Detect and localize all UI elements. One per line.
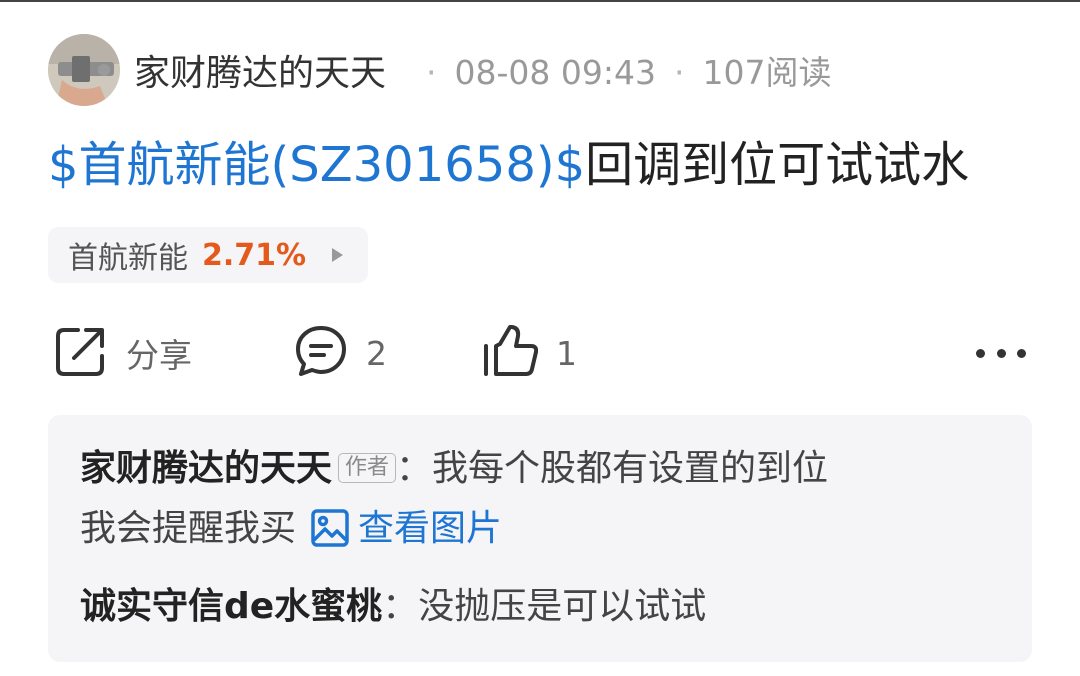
stock-tag[interactable]: 首航新能 2.71%	[48, 227, 368, 283]
action-bar: 分享 2 1	[0, 320, 1080, 386]
comment-colon: ：	[396, 448, 433, 489]
more-options-icon[interactable]	[976, 338, 1026, 368]
read-count: 107阅读	[702, 53, 832, 92]
share-label: 分享	[126, 336, 192, 375]
stock-link[interactable]: $首航新能(SZ301658)$	[48, 137, 585, 193]
author-name[interactable]: 家财腾达的天天	[134, 44, 386, 96]
comment-text: 我每个股都有设置的到位	[432, 448, 829, 489]
post-title: $首航新能(SZ301658)$回调到位可试试水	[48, 132, 969, 198]
comment-item-continued: 我会提醒我买 查看图片	[80, 499, 1000, 559]
like-count: 1	[556, 333, 577, 373]
thumbs-up-icon	[482, 324, 539, 382]
comment-user[interactable]: 诚实守信de水蜜桃	[80, 586, 382, 627]
post-time: 08-08 09:43	[454, 53, 656, 92]
post-header: 家财腾达的天天 · 08-08 09:43 · 107阅读	[48, 34, 832, 106]
more-dot	[1017, 348, 1026, 358]
comment-text: 没抛压是可以试试	[418, 586, 707, 627]
separator-dot: ·	[674, 53, 685, 92]
stock-tag-name: 首航新能	[68, 241, 188, 276]
comment-button[interactable]: 2	[294, 320, 387, 386]
avatar[interactable]	[48, 34, 120, 106]
comment-preview-panel[interactable]: 家财腾达的天天 作者 ：我每个股都有设置的到位 我会提醒我买 查看图片 诚实守信de水…	[48, 415, 1032, 662]
top-divider	[0, 0, 1080, 2]
share-icon	[54, 324, 108, 382]
view-image-label: 查看图片	[358, 508, 503, 549]
comment-icon	[294, 324, 348, 382]
comment-item: 诚实守信de水蜜桃：没抛压是可以试试	[80, 577, 1000, 637]
comment-user[interactable]: 家财腾达的天天	[80, 448, 332, 489]
comment-colon: ：	[382, 586, 419, 627]
stock-tag-change: 2.71%	[202, 237, 307, 273]
image-icon	[311, 509, 349, 547]
more-dot	[976, 348, 985, 358]
post-meta: · 08-08 09:43 · 107阅读	[408, 46, 831, 94]
post-title-text: 回调到位可试试水	[585, 137, 970, 193]
comment-item: 家财腾达的天天 作者 ：我每个股都有设置的到位	[80, 439, 1000, 499]
comment-text: 我会提醒我买	[80, 508, 297, 549]
like-button[interactable]: 1	[482, 320, 577, 386]
view-image-link[interactable]: 查看图片	[296, 508, 502, 549]
comment-count: 2	[366, 333, 387, 373]
separator-dot: ·	[426, 53, 437, 92]
more-dot	[996, 348, 1006, 358]
author-badge: 作者	[338, 453, 397, 483]
share-button[interactable]: 分享	[54, 320, 192, 386]
play-arrow-icon	[332, 248, 344, 262]
